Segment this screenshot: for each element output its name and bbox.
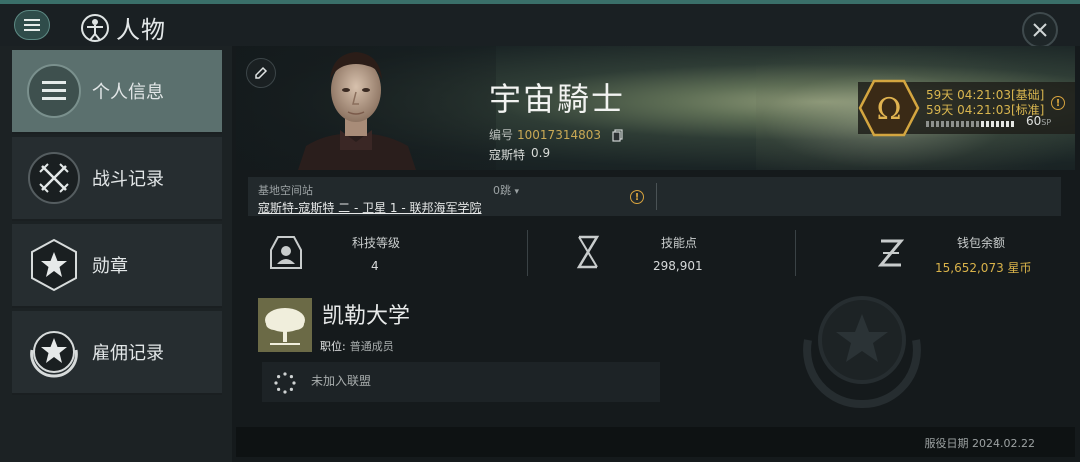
skill-points-icon (576, 235, 600, 269)
skill-points-value: 298,901 (653, 259, 703, 273)
medal-star-icon (26, 237, 82, 293)
copy-icon[interactable] (611, 128, 625, 142)
role-label: 职位: (320, 340, 346, 353)
alliance-ring-icon (274, 372, 296, 394)
sp-number: 60 (1026, 114, 1042, 128)
omega-icon[interactable]: Ω (858, 79, 920, 137)
edit-portrait-button[interactable] (246, 58, 276, 88)
wallet-label: 钱包余额 (957, 236, 1006, 250)
security-system-name: 寇斯特 (489, 148, 526, 162)
service-date: 服役日期 2024.02.22 (924, 437, 1035, 450)
sidebar-item-combat-log[interactable]: 战斗记录 (12, 137, 222, 221)
character-id-label: 编号 (489, 128, 514, 142)
alliance-status: 未加入联盟 (311, 374, 372, 388)
corporation-emblem-watermark (803, 296, 921, 409)
tech-level-value: 4 (371, 259, 379, 273)
station-label: 基地空间站 (258, 184, 313, 197)
station-path-link[interactable]: 寇斯特-寇斯特 二 - 卫星 1 - 联邦海军学院 (258, 199, 482, 216)
corporation-logo[interactable] (258, 298, 312, 352)
sidebar-item-label: 雇佣记录 (92, 343, 164, 364)
close-icon (1033, 23, 1047, 37)
isk-icon (878, 239, 904, 267)
sidebar-item-employment[interactable]: 雇佣记录 (12, 311, 222, 395)
sidebar-item-profile[interactable]: 个人信息 (12, 50, 222, 134)
security-value: 0.9 (531, 146, 551, 160)
sp-value: 60SP (1026, 114, 1051, 128)
svg-text:Ω: Ω (877, 92, 902, 127)
wallet-stat: 钱包余额 15,652,073 星币 (870, 226, 1070, 282)
sidebar-item-label: 勋章 (92, 256, 128, 277)
page-title-wrap: 人物 (80, 10, 166, 45)
corporation-role: 职位: 普通成员 (320, 338, 394, 354)
stat-divider (527, 230, 528, 276)
crossed-swords-icon (26, 150, 82, 206)
top-bar: 人物 (0, 4, 1080, 48)
profile-list-icon (26, 63, 82, 119)
character-portrait (298, 52, 416, 170)
character-name: 宇宙騎士 (489, 80, 626, 118)
omega-info-icon[interactable]: ! (1051, 96, 1065, 110)
role-value: 普通成员 (349, 340, 394, 353)
sidebar: 个人信息 战斗记录 勋章 雇佣记录 (0, 46, 232, 462)
footer-bar: 服役日期 2024.02.22 (236, 427, 1075, 457)
tech-level-label: 科技等级 (352, 236, 401, 250)
station-divider (656, 183, 657, 210)
corporation-name[interactable]: 凯勒大学 (322, 298, 410, 330)
laurel-star-icon (26, 324, 82, 380)
stat-divider (795, 230, 796, 276)
station-info-icon[interactable]: ! (630, 190, 644, 204)
sidebar-item-label: 个人信息 (92, 82, 164, 103)
sp-unit: SP (1041, 118, 1052, 127)
hamburger-icon (24, 19, 40, 31)
skill-points-label: 技能点 (661, 236, 698, 250)
character-id-row: 编号 10017314803 (489, 126, 625, 143)
home-station-bar[interactable]: 基地空间站 0跳 ▾ 寇斯特-寇斯特 二 - 卫星 1 - 联邦海军学院 ! (248, 177, 1061, 216)
menu-button[interactable] (14, 10, 50, 40)
tree-icon (258, 298, 312, 352)
page-title: 人物 (116, 16, 166, 44)
tech-level-stat: 科技等级 4 (262, 226, 522, 282)
close-button[interactable] (1022, 12, 1058, 48)
edit-icon (255, 66, 268, 79)
tech-level-icon (270, 236, 302, 269)
sidebar-item-label: 战斗记录 (92, 169, 164, 190)
sidebar-item-medals[interactable]: 勋章 (12, 224, 222, 308)
character-icon (81, 13, 109, 42)
alliance-row[interactable]: 未加入联盟 (262, 362, 660, 402)
wallet-value: 15,652,073 星币 (935, 261, 1032, 275)
station-jumps: 0跳 ▾ (493, 184, 520, 197)
skill-points-stat: 技能点 298,901 (570, 226, 790, 282)
security-status-row: 寇斯特 0.9 (489, 146, 550, 163)
character-banner: 宇宙騎士 编号 10017314803 寇斯特 0.9 Ω 59天 04:21:… (236, 46, 1075, 170)
sp-progress-bar (926, 121, 1014, 127)
character-id-value: 10017314803 (517, 127, 601, 142)
